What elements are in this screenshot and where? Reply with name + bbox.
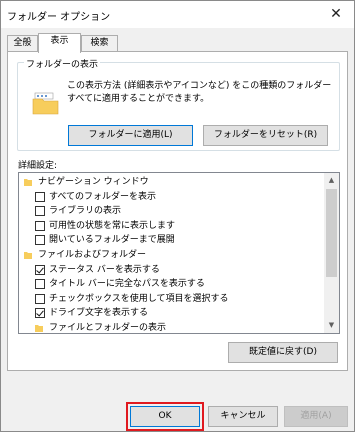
tree-item-label: ファイルおよびフォルダー (38, 250, 147, 260)
tree-group-row: ファイルとフォルダーの表示 (19, 321, 325, 333)
folder-icon (35, 325, 43, 332)
advanced-settings-tree[interactable]: ナビゲーション ウィンドウすべてのフォルダーを表示 ライブラリの表示可用性の状態を… (18, 172, 340, 334)
advanced-settings-list: ナビゲーション ウィンドウすべてのフォルダーを表示 ライブラリの表示可用性の状態を… (19, 173, 325, 333)
tree-item-label: ライブラリの表示 (49, 206, 122, 217)
tree-item-label: 可用性の状態を常に表示します (49, 220, 176, 231)
tree-checkbox-row[interactable]: チェックボックスを使用して項目を選択する (19, 292, 325, 306)
checkbox[interactable] (35, 308, 45, 319)
tree-checkbox-row[interactable]: 開いているフォルダーまで展開 (19, 233, 325, 247)
tree-checkbox-row[interactable]: すべてのフォルダーを表示 (19, 190, 325, 204)
tab-view[interactable]: 表示 (38, 33, 81, 53)
folder-view-group: フォルダーの表示 この表示方法 (詳細表示やアイコンなど) をこの種類のフォルダ… (17, 57, 340, 151)
tree-item-label: ナビゲーション ウィンドウ (38, 177, 149, 187)
checkbox[interactable] (35, 220, 45, 231)
tree-item-label: タイトル バーに完全なパスを表示する (49, 279, 205, 290)
tree-item-label: すべてのフォルダーを表示 (49, 191, 157, 202)
folder-options-dialog: フォルダー オプション ✕ 全般 表示 検索 フォルダーの表示 この表示方法 (… (0, 0, 355, 432)
scroll-down-icon[interactable]: ▼ (324, 318, 339, 333)
window-title: フォルダー オプション (7, 12, 111, 23)
checkbox[interactable] (35, 264, 45, 275)
tree-item-label: チェックボックスを使用して項目を選択する (49, 293, 229, 304)
advanced-settings-label: 詳細設定: (18, 161, 58, 171)
tree-checkbox-row[interactable]: ライブラリの表示 (19, 204, 325, 218)
tree-group-row: ナビゲーション ウィンドウ (19, 175, 325, 189)
folder-icon (24, 252, 32, 259)
tree-item-label: ステータス バーを表示する (49, 264, 160, 275)
tree-item-label: ドライブ文字を表示する (49, 308, 149, 319)
checkbox[interactable] (35, 293, 45, 304)
close-icon[interactable]: ✕ (326, 4, 346, 24)
folder-view-description: この表示方法 (詳細表示やアイコンなど) をこの種類のフォルダーすべてに適用する… (67, 81, 332, 104)
checkbox[interactable] (35, 191, 45, 202)
tree-item-label: ファイルとフォルダーの表示 (49, 323, 167, 333)
title-bar: フォルダー オプション ✕ (1, 1, 354, 28)
folder-view-icon (32, 92, 59, 115)
apply-button[interactable]: 適用(A) (284, 406, 348, 427)
checkbox[interactable] (35, 206, 45, 217)
tree-checkbox-row[interactable]: 可用性の状態を常に表示します (19, 219, 325, 233)
tree-checkbox-row[interactable]: ドライブ文字を表示する (19, 306, 325, 320)
folder-view-title: フォルダーの表示 (24, 57, 101, 70)
checkbox[interactable] (35, 279, 45, 290)
tree-scrollbar[interactable]: ▲ ▼ (324, 173, 339, 333)
checkbox[interactable] (35, 235, 45, 246)
tree-item-label: 開いているフォルダーまで展開 (49, 235, 175, 246)
reset-folders-button[interactable]: フォルダーをリセット(R) (203, 125, 328, 146)
tab-panel-view: フォルダーの表示 この表示方法 (詳細表示やアイコンなど) をこの種類のフォルダ… (7, 51, 348, 371)
tab-search[interactable]: 検索 (81, 35, 118, 52)
cancel-button[interactable]: キャンセル (208, 406, 278, 427)
folder-icon (24, 179, 32, 186)
apply-to-folders-button[interactable]: フォルダーに適用(L) (68, 125, 193, 146)
restore-defaults-button[interactable]: 既定値に戻す(D) (228, 342, 338, 363)
tree-group-row: ファイルおよびフォルダー (19, 248, 325, 262)
tab-general[interactable]: 全般 (7, 35, 38, 52)
tree-checkbox-row[interactable]: ステータス バーを表示する (19, 263, 325, 277)
scroll-thumb[interactable] (326, 189, 337, 277)
ok-highlight-frame (126, 402, 204, 431)
tree-checkbox-row[interactable]: タイトル バーに完全なパスを表示する (19, 277, 325, 291)
scroll-up-icon[interactable]: ▲ (324, 173, 339, 188)
